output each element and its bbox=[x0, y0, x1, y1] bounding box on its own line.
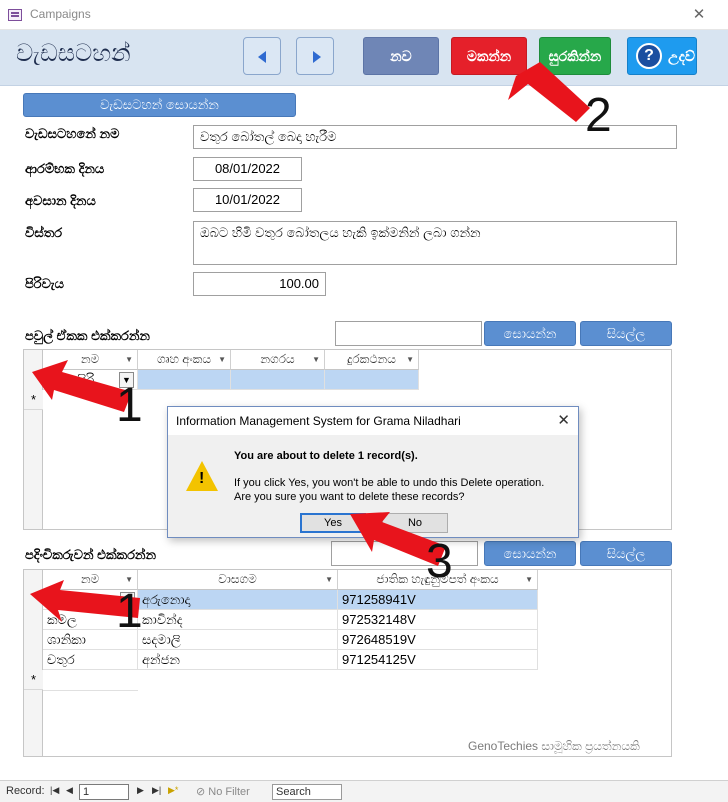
add-families-heading: පවුල් ඒකක එක්කරන්න bbox=[25, 328, 150, 343]
dialog-detail-line: If you click Yes, you won't be able to u… bbox=[234, 477, 545, 489]
annotation-arrow-2 bbox=[508, 62, 590, 122]
window-titlebar: Campaigns ✕ bbox=[0, 0, 728, 30]
cost-label: පිරිවැය bbox=[25, 276, 64, 291]
form-title: වැඩසටහන් bbox=[16, 40, 131, 67]
residents-col-surname[interactable]: වාසගම ▼ bbox=[138, 570, 338, 590]
end-date-label: අවසාන දිනය bbox=[25, 193, 96, 208]
arrow-right-icon bbox=[313, 51, 321, 63]
families-col-phone[interactable]: දුරකථනය ▼ bbox=[325, 350, 419, 370]
family-phone-cell[interactable] bbox=[325, 370, 419, 390]
family-search-input[interactable] bbox=[335, 321, 482, 346]
families-col-house-no[interactable]: ගෘහ අංකය ▼ bbox=[138, 350, 231, 370]
new-record-button[interactable]: නව bbox=[363, 37, 439, 75]
form-header: වැඩසටහන් නව මකන්න සුරකින්න ? උදව් bbox=[0, 30, 728, 86]
start-date-field[interactable]: 08/01/2022 bbox=[193, 157, 302, 181]
prev-record-icon[interactable]: ◀ bbox=[66, 785, 73, 796]
column-dropdown-icon: ▼ bbox=[218, 355, 226, 364]
first-record-icon[interactable]: |◀ bbox=[50, 785, 59, 796]
annotation-number-1-top: 1 bbox=[116, 379, 143, 432]
resident-nic-cell[interactable]: 971254125V bbox=[338, 650, 538, 670]
campaign-name-label: වැඩසටහනේ නම bbox=[25, 126, 120, 141]
resident-nic-cell[interactable]: 971258941V bbox=[338, 590, 538, 610]
no-filter-button[interactable]: ⊘ No Filter bbox=[196, 785, 250, 798]
end-date-field[interactable]: 10/01/2022 bbox=[193, 188, 302, 212]
record-label: Record: bbox=[6, 785, 45, 797]
help-label: උදව් bbox=[668, 48, 695, 64]
resident-surname-cell[interactable]: කාවින්ද bbox=[138, 610, 338, 630]
families-col-city[interactable]: නගරය ▼ bbox=[231, 350, 325, 370]
help-button[interactable]: ? උදව් bbox=[627, 37, 697, 75]
resident-nic-cell[interactable]: 972648519V bbox=[338, 630, 538, 650]
record-search-input[interactable]: Search bbox=[272, 784, 342, 800]
dialog-detail: If you click Yes, you won't be able to u… bbox=[234, 476, 574, 504]
column-dropdown-icon: ▼ bbox=[325, 575, 333, 584]
start-date-label: ආරම්භක දිනය bbox=[25, 161, 105, 176]
resident-surname-cell[interactable]: අරුනොදා bbox=[138, 590, 338, 610]
family-search-button[interactable]: සොයන්න bbox=[484, 321, 576, 346]
row-divider bbox=[43, 690, 138, 691]
resident-show-all-button[interactable]: සියල්ල bbox=[580, 541, 672, 566]
family-house-cell[interactable] bbox=[138, 370, 231, 390]
next-record-icon[interactable]: ▶ bbox=[137, 785, 144, 796]
annotation-number-3: 3 bbox=[426, 535, 453, 588]
help-icon: ? bbox=[636, 43, 662, 69]
dialog-detail-line: Are you sure you want to delete these re… bbox=[234, 491, 465, 503]
resident-nic-cell[interactable]: 972532148V bbox=[338, 610, 538, 630]
last-record-icon[interactable]: ▶| bbox=[152, 785, 161, 796]
column-dropdown-icon: ▼ bbox=[406, 355, 414, 364]
new-record-marker[interactable]: * bbox=[24, 670, 43, 690]
next-record-button[interactable] bbox=[296, 37, 334, 75]
cost-field[interactable]: 100.00 bbox=[193, 272, 326, 296]
column-dropdown-icon: ▼ bbox=[525, 575, 533, 584]
search-campaign-button[interactable]: වැඩසටහන් සොයන්න bbox=[23, 93, 296, 117]
add-residents-heading: පදිංචිකරුවන් එක්කරන්න bbox=[25, 547, 157, 562]
warning-mark: ! bbox=[199, 470, 205, 487]
arrow-left-icon bbox=[258, 51, 266, 63]
column-dropdown-icon: ▼ bbox=[312, 355, 320, 364]
resident-name-cell[interactable]: චතුර bbox=[43, 650, 138, 670]
annotation-number-1-bottom: 1 bbox=[116, 585, 143, 638]
resident-search-button[interactable]: සොයන්න bbox=[484, 541, 576, 566]
filter-icon: ⊘ bbox=[196, 786, 209, 798]
record-number-input[interactable]: 1 bbox=[79, 784, 129, 800]
annotation-number-2: 2 bbox=[585, 89, 612, 142]
description-field[interactable]: ඔබට හිමි වතුර බෝතලය හැකි ඉක්මනින් ලබා ගන… bbox=[193, 221, 677, 265]
window-title: Campaigns bbox=[30, 7, 91, 21]
previous-record-button[interactable] bbox=[243, 37, 281, 75]
credit-text: GenoTechies සාමූහික ප්‍රයත්නයකි bbox=[468, 739, 640, 753]
dialog-title: Information Management System for Grama … bbox=[168, 407, 578, 435]
resident-surname-cell[interactable]: අන්ජන bbox=[138, 650, 338, 670]
new-record-icon[interactable]: ▶* bbox=[168, 785, 178, 796]
dialog-close-icon[interactable]: ✕ bbox=[557, 411, 570, 429]
dialog-message: You are about to delete 1 record(s). bbox=[234, 450, 418, 462]
form-icon bbox=[8, 9, 22, 21]
window-close-button[interactable]: ✕ bbox=[684, 5, 714, 25]
family-city-cell[interactable] bbox=[231, 370, 325, 390]
description-label: විස්තර bbox=[25, 225, 63, 240]
family-show-all-button[interactable]: සියල්ල bbox=[580, 321, 672, 346]
record-navigation-bar: Record: |◀ ◀ 1 ▶ ▶| ▶* ⊘ No Filter Searc… bbox=[0, 780, 728, 802]
resident-surname-cell[interactable]: සදමාලි bbox=[138, 630, 338, 650]
